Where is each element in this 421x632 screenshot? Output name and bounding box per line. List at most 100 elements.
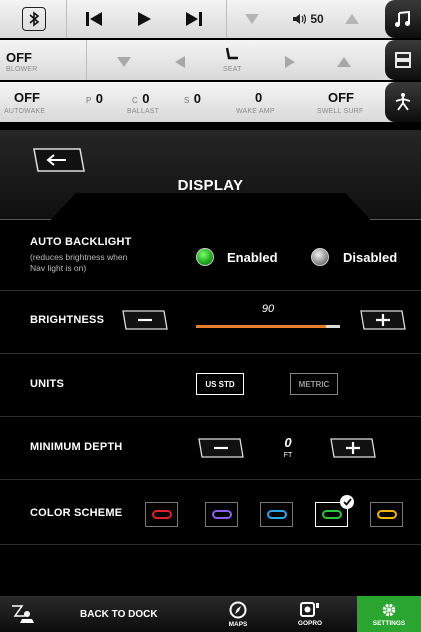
- blower-label: BLOWER: [6, 66, 38, 73]
- depth-unit: FT: [283, 452, 293, 459]
- bluetooth-icon: [29, 11, 40, 27]
- header-sheet: [0, 130, 421, 220]
- color-pill-icon: [151, 510, 172, 519]
- settings-tab[interactable]: SETTINGS: [357, 596, 421, 632]
- blower-seat-bar: OFF BLOWER SEAT: [0, 40, 421, 80]
- brightness-increase-button[interactable]: [358, 310, 406, 330]
- wake-amp-label: WAKE AMP: [236, 108, 275, 115]
- compass-icon: [229, 601, 247, 618]
- color-swatch[interactable]: [370, 502, 403, 527]
- back-to-dock-button[interactable]: BACK TO DOCK: [0, 596, 196, 632]
- volume-down-button[interactable]: [240, 10, 264, 28]
- depth-increase-button[interactable]: [328, 438, 376, 458]
- plus-icon: [330, 438, 376, 458]
- color-pill-icon: [376, 510, 397, 519]
- ballast-starboard[interactable]: S 0: [184, 90, 201, 108]
- next-track-button[interactable]: [180, 8, 208, 30]
- page-title: DISPLAY: [177, 177, 244, 194]
- music-note-icon: [395, 10, 410, 27]
- gopro-camera-icon: [300, 601, 319, 617]
- swell-surf-value[interactable]: OFF: [328, 90, 354, 105]
- seat-icon-wrap: [222, 46, 242, 64]
- ballast-port-prefix: P: [86, 96, 92, 105]
- volume-up-button[interactable]: [340, 10, 364, 28]
- seat-up-button[interactable]: [332, 54, 356, 70]
- auto-backlight-subtext-1: (reduces brightness when: [30, 252, 128, 262]
- depth-decrease-button[interactable]: [196, 438, 244, 458]
- play-button[interactable]: [130, 8, 158, 30]
- previous-track-icon: [86, 12, 102, 26]
- auto-backlight-label: AUTO BACKLIGHT: [30, 236, 132, 248]
- minus-icon: [198, 438, 244, 458]
- brightness-value: 90: [261, 303, 275, 315]
- swell-surf-label: SWELL SURF: [317, 108, 364, 115]
- speaker-icon: [293, 14, 307, 24]
- color-swatch[interactable]: [315, 495, 354, 527]
- seat-icon: [225, 47, 238, 60]
- brightness-slider[interactable]: [196, 325, 340, 328]
- media-bar: 50: [0, 0, 421, 38]
- wake-tab[interactable]: [385, 82, 421, 122]
- back-button[interactable]: [30, 147, 86, 173]
- color-swatch[interactable]: [260, 502, 293, 527]
- backlight-enabled-option[interactable]: Enabled: [196, 248, 278, 266]
- plus-icon: [360, 310, 406, 330]
- wake-status-bar: OFF AUTOWAKE P 0 C 0 BALLAST S 0 0 WAKE …: [0, 82, 421, 122]
- play-icon: [138, 12, 151, 26]
- minus-icon: [122, 310, 168, 330]
- previous-track-button[interactable]: [80, 8, 108, 30]
- units-us-std-button[interactable]: US STD: [196, 373, 244, 395]
- checkmark-icon: [340, 495, 354, 509]
- blower-down-button[interactable]: [112, 54, 136, 70]
- auto-backlight-subtext-2: Nav light is on): [30, 263, 87, 273]
- settings-label: SETTINGS: [372, 619, 406, 627]
- disabled-label: Disabled: [343, 249, 398, 265]
- ballast-port[interactable]: P 0: [86, 90, 103, 108]
- blower-seat-tab[interactable]: [385, 40, 421, 80]
- color-scheme-row: COLOR SCHEME: [0, 479, 421, 544]
- wake-amp-value[interactable]: 0: [255, 90, 262, 105]
- radio-unselected-icon: [311, 248, 329, 266]
- gear-icon: [382, 603, 396, 616]
- next-track-icon: [186, 12, 202, 26]
- seat-right-button[interactable]: [280, 52, 300, 72]
- autowake-label: AUTOWAKE: [4, 108, 46, 115]
- triangle-up-icon: [337, 57, 351, 67]
- ballast-starboard-value: 0: [193, 91, 202, 106]
- autowake-value: OFF: [14, 90, 40, 105]
- maps-label: MAPS: [228, 620, 248, 628]
- backlight-disabled-option[interactable]: Disabled: [311, 248, 397, 266]
- bluetooth-button[interactable]: [22, 7, 46, 31]
- minimum-depth-label: MINIMUM DEPTH: [30, 441, 123, 453]
- color-pill-icon: [321, 510, 342, 519]
- wakeboarder-icon: [395, 93, 411, 111]
- dock-icon: [12, 605, 34, 623]
- triangle-down-icon: [117, 57, 131, 67]
- color-swatch[interactable]: [205, 502, 238, 527]
- triangle-down-icon: [245, 14, 259, 24]
- seat-left-button[interactable]: [170, 52, 190, 72]
- maps-tab[interactable]: MAPS: [213, 596, 263, 632]
- music-tab[interactable]: [385, 0, 421, 38]
- triangle-left-icon: [175, 56, 185, 68]
- brightness-label: BRIGHTNESS: [30, 314, 105, 326]
- gopro-tab[interactable]: GOPRO: [285, 596, 335, 632]
- brightness-decrease-button[interactable]: [120, 310, 168, 330]
- color-swatch[interactable]: [145, 502, 178, 527]
- radio-selected-icon: [196, 248, 214, 266]
- color-pill-icon: [211, 510, 232, 519]
- color-scheme-label: COLOR SCHEME: [30, 507, 123, 519]
- depth-value: 0: [284, 435, 292, 450]
- footer-nav: BACK TO DOCK MAPS GOPRO SETTINGS: [0, 596, 421, 632]
- gopro-label: GOPRO: [297, 619, 323, 627]
- seat-label: SEAT: [223, 66, 242, 73]
- ballast-center[interactable]: C 0: [132, 90, 149, 108]
- display-settings-panel: DISPLAY AUTO BACKLIGHT (reduces brightne…: [0, 130, 421, 590]
- triangle-up-icon: [345, 14, 359, 24]
- ballast-center-value: 0: [142, 91, 150, 106]
- volume-value: 50: [310, 12, 324, 26]
- auto-backlight-row: AUTO BACKLIGHT (reduces brightness when …: [0, 227, 421, 290]
- ballast-label: BALLAST: [127, 108, 160, 115]
- units-metric-button[interactable]: METRIC: [290, 373, 338, 395]
- units-row: UNITS US STD METRIC: [0, 353, 421, 416]
